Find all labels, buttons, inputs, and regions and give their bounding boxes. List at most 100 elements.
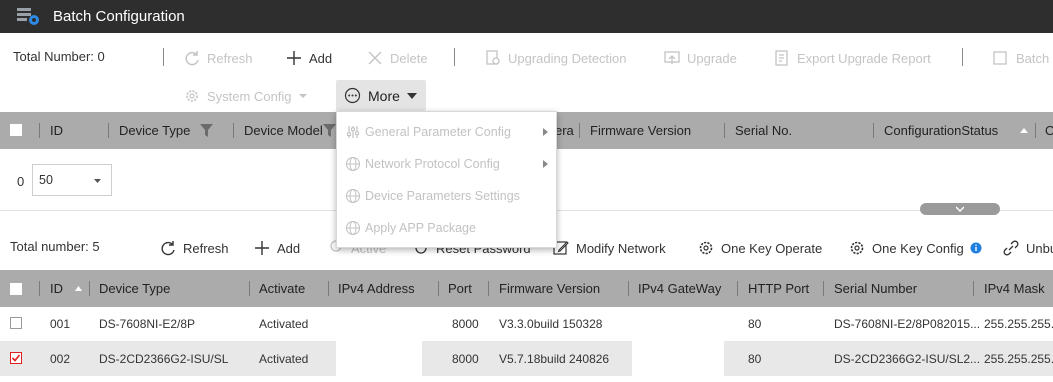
cell-device-type: DS-2CD2366G2-ISU/SL bbox=[99, 351, 229, 366]
row-checkbox-checked[interactable] bbox=[10, 352, 22, 364]
globe-icon bbox=[345, 220, 361, 236]
cell-id: 001 bbox=[50, 316, 71, 331]
unbind-button[interactable]: Unbu bbox=[1002, 239, 1053, 257]
add-button[interactable]: Add bbox=[285, 49, 332, 67]
column-divider bbox=[488, 281, 489, 296]
globe-icon bbox=[345, 188, 361, 204]
refresh-button[interactable]: Refresh bbox=[183, 49, 253, 67]
upgrading-detection-label: Upgrading Detection bbox=[508, 50, 627, 66]
gear-icon bbox=[850, 241, 864, 255]
globe-icon bbox=[345, 156, 361, 172]
cell-device-type: DS-7608NI-E2/8P bbox=[99, 316, 196, 331]
column-header-ipv4-gateway[interactable]: IPv4 GateWay bbox=[638, 270, 721, 307]
column-header-ipv4-address[interactable]: IPv4 Address bbox=[338, 270, 415, 307]
column-divider bbox=[973, 281, 974, 296]
column-header-device-type[interactable]: Device Type bbox=[119, 112, 190, 149]
column-divider bbox=[823, 281, 824, 296]
column-header-firmware-version[interactable]: Firmware Version bbox=[499, 270, 600, 307]
add-button-bottom[interactable]: Add bbox=[253, 239, 300, 257]
menu-item-device-parameters-settings[interactable]: Device Parameters Settings bbox=[337, 180, 556, 212]
column-header-device-type[interactable]: Device Type bbox=[99, 270, 170, 307]
delete-button[interactable]: Delete bbox=[366, 49, 428, 67]
batch-button[interactable]: Batch bbox=[992, 49, 1049, 67]
toolbar-divider bbox=[163, 48, 164, 66]
export-report-icon bbox=[775, 50, 788, 66]
cell-firmware: V5.7.18build 240826 bbox=[499, 351, 610, 366]
refresh-label: Refresh bbox=[207, 50, 253, 66]
menu-item-general-parameter-config[interactable]: General Parameter Config bbox=[337, 116, 556, 148]
more-button[interactable]: More bbox=[336, 80, 426, 111]
collapse-handle[interactable] bbox=[920, 203, 1000, 215]
chevron-down-icon bbox=[407, 93, 417, 99]
one-key-config-button[interactable]: One Key Config bbox=[848, 239, 982, 257]
modify-network-button[interactable]: Modify Network bbox=[552, 239, 666, 257]
column-header-id[interactable]: ID bbox=[50, 270, 63, 307]
one-key-operate-button[interactable]: One Key Operate bbox=[697, 239, 822, 257]
sort-asc-icon[interactable] bbox=[75, 286, 82, 291]
filter-icon[interactable] bbox=[323, 124, 336, 137]
app-logo-icon bbox=[17, 8, 39, 25]
column-header-ipv4-mask[interactable]: IPv4 Mask bbox=[984, 270, 1045, 307]
upgrading-detection-button[interactable]: Upgrading Detection bbox=[484, 49, 627, 67]
column-divider bbox=[39, 281, 40, 296]
chevron-down-icon bbox=[956, 206, 964, 212]
page-size-select[interactable]: 50 bbox=[32, 164, 112, 196]
column-header-device-model[interactable]: Device Model bbox=[244, 112, 323, 149]
column-header-activate[interactable]: Activate bbox=[259, 270, 305, 307]
filter-icon[interactable] bbox=[200, 124, 213, 137]
pager-count: 0 bbox=[17, 174, 25, 189]
cell-http-port: 80 bbox=[748, 316, 762, 331]
add-label: Add bbox=[277, 240, 301, 256]
column-header-configuration-status[interactable]: ConfigurationStatus bbox=[884, 112, 998, 149]
cell-serial: DS-7608NI-E2/8P082015... bbox=[834, 316, 981, 331]
document-search-icon bbox=[486, 50, 500, 65]
refresh-label: Refresh bbox=[183, 240, 229, 256]
submenu-arrow-icon bbox=[543, 160, 548, 168]
table-row[interactable]: 002 DS-2CD2366G2-ISU/SL Activated 8000 V… bbox=[0, 341, 1053, 376]
cell-firmware: V3.3.0build 150328 bbox=[499, 316, 603, 331]
export-upgrade-report-button[interactable]: Export Upgrade Report bbox=[773, 49, 931, 67]
gear-icon bbox=[186, 90, 198, 102]
cell-mask: 255.255.255.0 bbox=[984, 316, 1053, 331]
more-dropdown-menu: General Parameter Config Network Protoco… bbox=[336, 111, 557, 248]
chevron-down-icon bbox=[94, 179, 101, 183]
column-header-serial-number[interactable]: Serial Number bbox=[834, 270, 917, 307]
info-icon[interactable] bbox=[970, 242, 982, 254]
column-header-serial-no[interactable]: Serial No. bbox=[735, 112, 792, 149]
row-checkbox[interactable] bbox=[10, 317, 22, 329]
plus-icon bbox=[287, 51, 301, 65]
upgrade-icon bbox=[664, 51, 680, 64]
select-all-checkbox[interactable] bbox=[10, 124, 22, 136]
chevron-down-icon bbox=[298, 94, 307, 98]
menu-item-network-protocol-config[interactable]: Network Protocol Config bbox=[337, 148, 556, 180]
column-divider bbox=[1035, 123, 1036, 138]
one-key-config-label: One Key Config bbox=[872, 240, 964, 256]
upgrade-button[interactable]: Upgrade bbox=[663, 49, 737, 67]
batch-icon bbox=[993, 51, 1007, 65]
select-all-checkbox[interactable] bbox=[10, 283, 22, 295]
menu-item-label: General Parameter Config bbox=[365, 125, 511, 139]
system-config-label: System Config bbox=[207, 88, 292, 104]
column-header-port[interactable]: Port bbox=[448, 270, 472, 307]
column-divider bbox=[39, 123, 40, 138]
menu-item-label: Network Protocol Config bbox=[365, 157, 500, 171]
system-config-dropdown[interactable]: System Config bbox=[183, 87, 308, 105]
sort-asc-icon[interactable] bbox=[1020, 128, 1028, 133]
add-label: Add bbox=[309, 50, 333, 66]
column-header-id[interactable]: ID bbox=[50, 112, 63, 149]
window-title: Batch Configuration bbox=[53, 8, 185, 25]
column-header-camera-partial[interactable]: era bbox=[555, 112, 574, 149]
table-row[interactable]: 001 DS-7608NI-E2/8P Activated 8000 V3.3.… bbox=[0, 306, 1053, 341]
column-header-http-port[interactable]: HTTP Port bbox=[748, 270, 809, 307]
column-header-firmware-version[interactable]: Firmware Version bbox=[590, 112, 691, 149]
one-key-operate-label: One Key Operate bbox=[721, 240, 823, 256]
modify-network-label: Modify Network bbox=[576, 240, 666, 256]
refresh-icon bbox=[161, 241, 175, 256]
redacted-gateway bbox=[632, 341, 724, 376]
menu-item-label: Apply APP Package bbox=[365, 221, 476, 235]
refresh-button-bottom[interactable]: Refresh bbox=[159, 239, 229, 257]
menu-item-apply-app-package[interactable]: Apply APP Package bbox=[337, 212, 556, 244]
column-header-overflow[interactable]: O bbox=[1045, 112, 1053, 149]
page-size-value: 50 bbox=[39, 173, 53, 187]
cell-activate: Activated bbox=[259, 316, 309, 331]
